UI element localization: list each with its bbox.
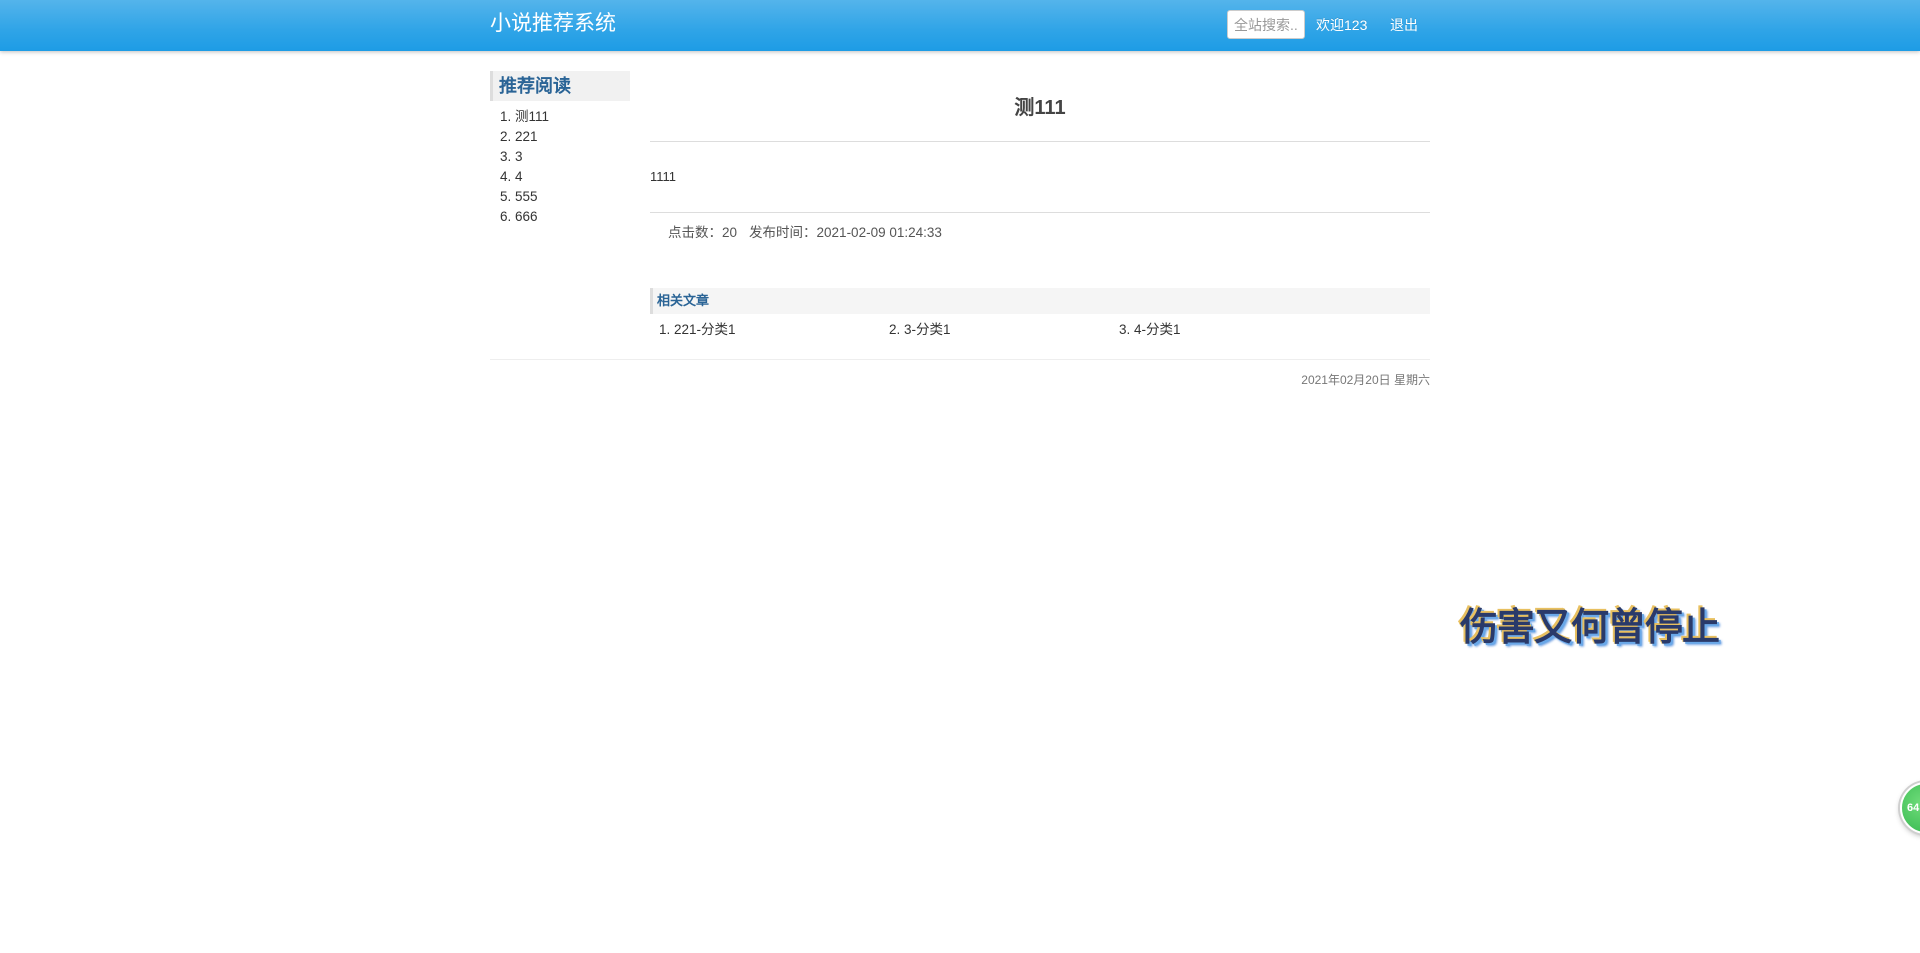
article-title: 测111 xyxy=(1014,97,1066,119)
logout-link[interactable]: 退出 xyxy=(1390,15,1418,35)
article-main: 测111 1111 点击数：20 发布时间：2021-02-09 01:24:33… xyxy=(650,71,1430,337)
recommended-item[interactable]: 6. 666 xyxy=(500,207,630,227)
click-count: 点击数：20 xyxy=(668,225,738,240)
related-articles-title: 相关文章 xyxy=(650,288,1430,314)
top-navbar: 小说推荐系统 欢迎123 退出 xyxy=(0,0,1920,51)
recommended-item[interactable]: 2. 221 xyxy=(500,127,630,147)
sidebar-title: 推荐阅读 xyxy=(490,71,630,101)
site-search-input[interactable] xyxy=(1227,10,1305,39)
article-meta: 点击数：20 发布时间：2021-02-09 01:24:33 xyxy=(668,224,954,242)
divider xyxy=(650,212,1430,213)
overlay-lyric-text: 伤害又何曾停止 xyxy=(1460,605,1720,649)
article-body: 1111 xyxy=(650,169,677,184)
recommended-item[interactable]: 3. 3 xyxy=(500,147,630,167)
site-brand-link[interactable]: 小说推荐系统 xyxy=(490,11,616,37)
related-article-item[interactable]: 3. 4-分类1 xyxy=(1119,321,1181,339)
footer-divider xyxy=(490,359,1430,360)
publish-time: 发布时间：2021-02-09 01:24:33 xyxy=(749,225,942,240)
recommended-item[interactable]: 5. 555 xyxy=(500,187,630,207)
recommended-list: 1. 测111 2. 221 3. 3 4. 4 5. 555 6. 666 xyxy=(490,107,630,227)
divider xyxy=(650,141,1430,142)
floating-widget-badge[interactable]: 64 xyxy=(1900,782,1920,834)
recommended-item[interactable]: 1. 测111 xyxy=(500,107,630,127)
related-article-item[interactable]: 1. 221-分类1 xyxy=(659,321,736,339)
welcome-user-link[interactable]: 欢迎123 xyxy=(1316,15,1367,35)
recommended-item[interactable]: 4. 4 xyxy=(500,167,630,187)
recommended-sidebar: 推荐阅读 1. 测111 2. 221 3. 3 4. 4 5. 555 6. … xyxy=(490,71,630,227)
footer-date: 2021年02月20日 星期六 xyxy=(1301,373,1430,387)
related-article-item[interactable]: 2. 3-分类1 xyxy=(889,321,951,339)
